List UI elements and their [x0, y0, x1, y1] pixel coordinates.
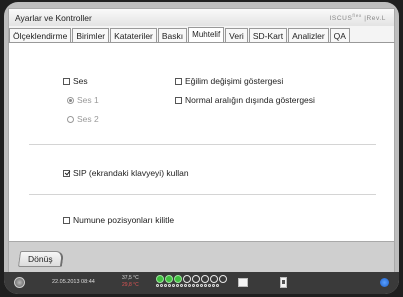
slot-indicator	[201, 275, 209, 283]
tab-qa[interactable]: QA	[329, 28, 350, 42]
sip-keyboard-checkbox[interactable]: SIP (ekrandaki klavyeyi) kullan	[63, 168, 189, 178]
power-icon[interactable]	[14, 277, 25, 288]
network-icon	[380, 278, 389, 287]
divider	[29, 194, 376, 195]
bottom-bar: Dönüş	[8, 242, 395, 272]
usb-icon	[280, 277, 287, 288]
radio-dot	[67, 96, 74, 104]
normal-range-label: Normal aralığın dışında göstergesi	[185, 95, 315, 105]
slot-indicator	[174, 275, 182, 283]
tab-catheters[interactable]: Katateriler	[110, 28, 157, 42]
sample-slot-indicator	[156, 275, 234, 291]
sip-keyboard-label: SIP (ekrandaki klavyeyi) kullan	[73, 168, 189, 178]
tab-analyses[interactable]: Analizler	[288, 28, 329, 42]
tab-sd-card[interactable]: SD-Kart	[248, 28, 288, 42]
sound-label: Ses	[73, 76, 88, 86]
sound2-radio[interactable]: Ses 2	[67, 114, 99, 124]
slot-indicator	[156, 275, 164, 283]
window-title: Ayarlar ve Kontroller	[15, 13, 92, 23]
temperature-1: 37,5 °C	[122, 275, 139, 281]
tab-units[interactable]: Birimler	[72, 28, 110, 42]
radio-dot	[67, 115, 74, 123]
temperature-2: 29,8 °C	[122, 282, 139, 288]
checkbox-box	[63, 169, 70, 177]
trend-indicator-label: Eğilim değişimi göstergesi	[185, 76, 284, 86]
sound1-radio[interactable]: Ses 1	[67, 95, 99, 105]
back-button[interactable]: Dönüş	[17, 251, 65, 267]
temperature-readout: 37,5 °C 29,8 °C	[122, 275, 139, 289]
tab-scaling[interactable]: Ölçeklendirme	[9, 28, 72, 42]
trend-indicator-checkbox[interactable]: Eğilim değişimi göstergesi	[175, 76, 283, 86]
sound-checkbox[interactable]: Ses	[63, 76, 88, 86]
checkbox-box	[63, 216, 70, 224]
normal-range-checkbox[interactable]: Normal aralığın dışında göstergesi	[175, 95, 315, 105]
checkbox-box	[63, 77, 70, 85]
title-bar: Ayarlar ve Kontroller ISCUSflex |Rev.L	[8, 8, 395, 26]
slot-indicator	[210, 275, 218, 283]
slot-indicator	[192, 275, 200, 283]
tab-print[interactable]: Baskı	[157, 28, 188, 42]
lock-positions-label: Numune pozisyonları kilitle	[73, 215, 175, 225]
sound1-label: Ses 1	[77, 95, 99, 105]
checkbox-box	[175, 77, 182, 85]
tab-misc[interactable]: Muhtelif	[188, 27, 225, 42]
slot-indicator	[219, 275, 227, 283]
sound2-label: Ses 2	[77, 114, 99, 124]
slot-indicator	[165, 275, 173, 283]
settings-panel: Ses Ses 1 Ses 2 Eğilim değişimi gösterge…	[8, 42, 395, 242]
keyboard-icon[interactable]	[238, 278, 248, 287]
datetime: 22.05.2013 08:44	[52, 279, 95, 285]
brand-logo: ISCUSflex |Rev.L	[329, 13, 386, 23]
checkbox-box	[175, 96, 182, 104]
tab-data[interactable]: Veri	[225, 28, 248, 42]
device-screen: Ayarlar ve Kontroller ISCUSflex |Rev.L Ö…	[4, 2, 399, 294]
slot-indicator	[183, 275, 191, 283]
lock-positions-checkbox[interactable]: Numune pozisyonları kilitle	[63, 215, 174, 225]
status-bar: 22.05.2013 08:44 37,5 °C 29,8 °C	[4, 272, 399, 294]
divider	[29, 144, 376, 145]
tab-bar: Ölçeklendirme Birimler Katateriler Baskı…	[8, 26, 395, 42]
